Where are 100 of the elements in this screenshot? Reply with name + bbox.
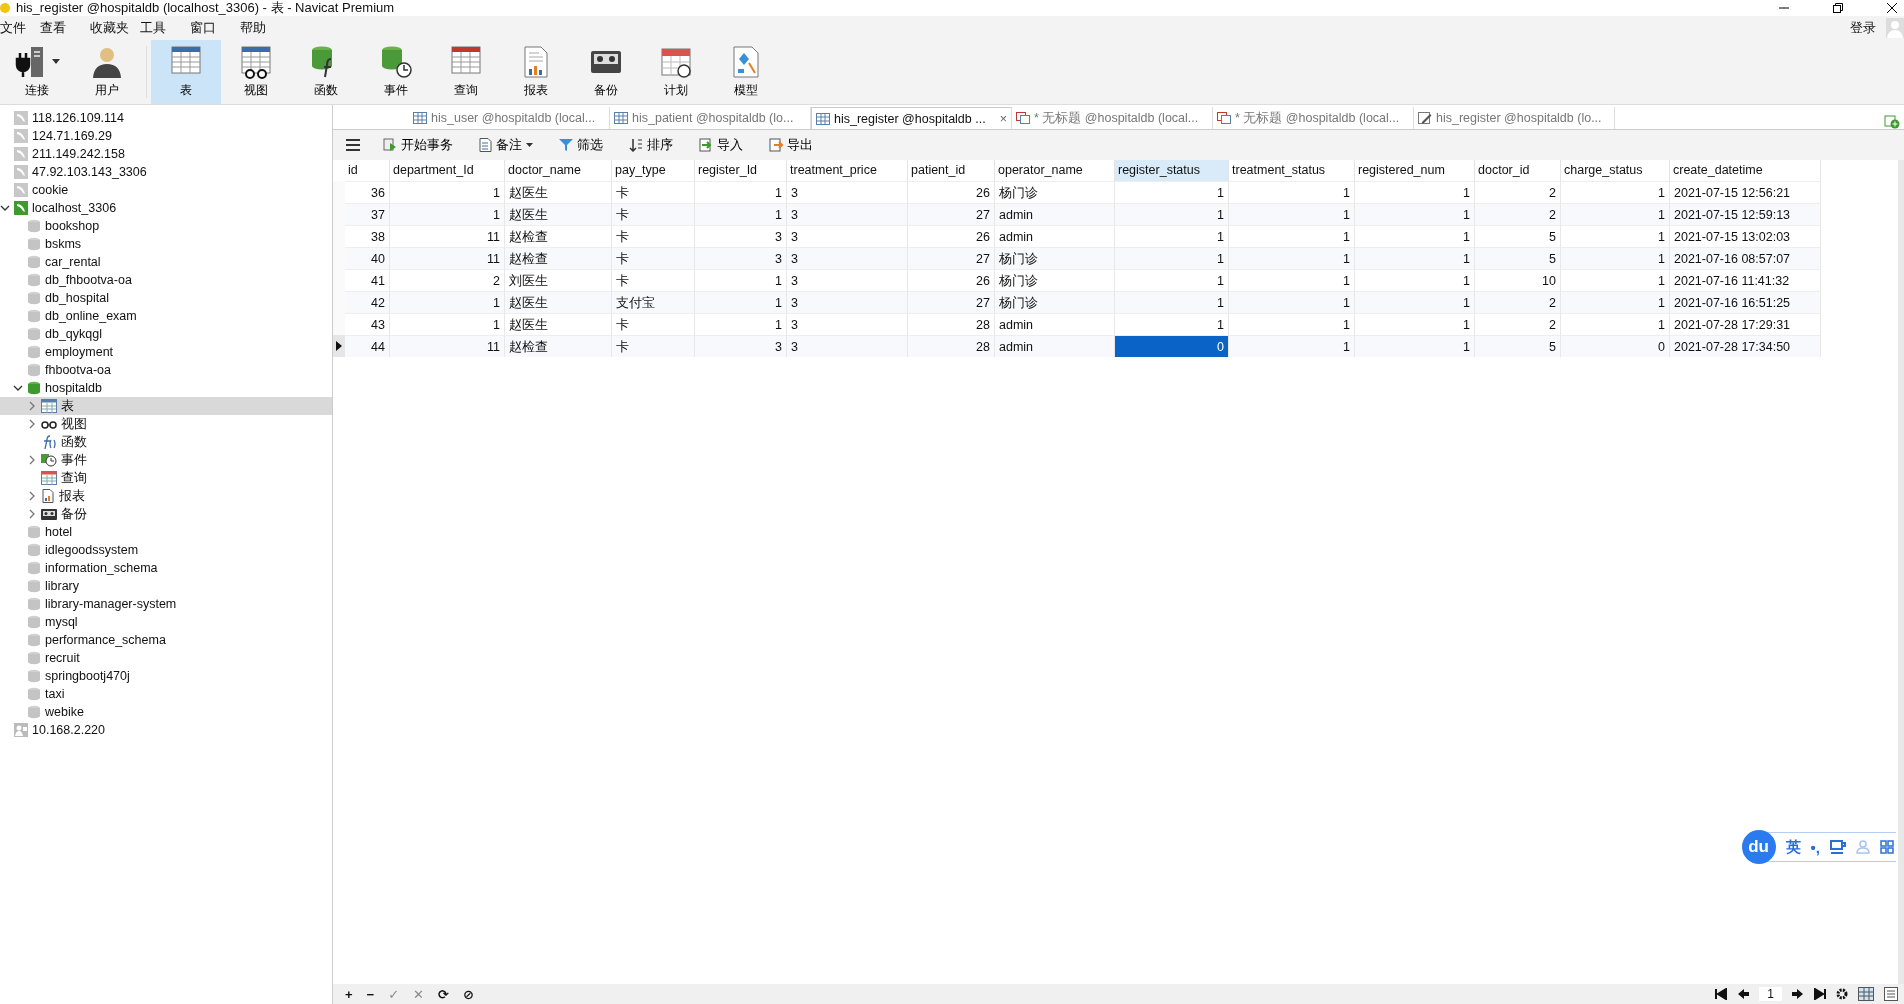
punctuation-toggle[interactable]: •,	[1810, 838, 1820, 856]
tab[interactable]: * 无标题 @hospitaldb (local...	[1012, 107, 1213, 129]
tree-item[interactable]: library-manager-system	[0, 595, 332, 613]
tree-item[interactable]: springbootj470j	[0, 667, 332, 685]
restore-icon[interactable]	[1832, 2, 1844, 14]
toolbar-button[interactable]: 导入	[695, 136, 747, 154]
tree-item[interactable]: 10.168.2.220	[0, 721, 332, 739]
tree-item[interactable]: recruit	[0, 649, 332, 667]
database-icon	[27, 525, 41, 539]
input-method-logo[interactable]: du	[1741, 830, 1776, 864]
tree-item[interactable]: 查询	[0, 469, 332, 487]
tree-item[interactable]: 函数	[0, 433, 332, 451]
tree-item[interactable]: hospitaldb	[0, 379, 332, 397]
tab[interactable]: * 无标题 @hospitaldb (local...	[1213, 107, 1414, 129]
grid-action-button[interactable]: ⟳	[436, 986, 451, 1002]
tree-item[interactable]: db_qykqgl	[0, 325, 332, 343]
tree-item[interactable]: information_schema	[0, 559, 332, 577]
chevron-down-icon[interactable]	[13, 383, 23, 393]
tree-item[interactable]: 47.92.103.143_3306	[0, 163, 332, 181]
menu-item[interactable]: 帮助	[240, 19, 290, 37]
tree-item[interactable]: localhost_3306	[0, 199, 332, 217]
caret-icon[interactable]	[52, 59, 60, 65]
previous-page-icon[interactable]	[1737, 988, 1750, 1000]
last-page-icon[interactable]	[1814, 988, 1826, 1000]
tree-item[interactable]: 备份	[0, 505, 332, 523]
tree-item[interactable]: employment	[0, 343, 332, 361]
grid-action-button[interactable]: ⊘	[460, 986, 476, 1002]
grid-action-button[interactable]: −	[364, 986, 377, 1002]
menu-icon[interactable]	[345, 138, 361, 152]
tree-item[interactable]: idlegoodssystem	[0, 541, 332, 559]
toolbar-button[interactable]: 表	[151, 40, 221, 104]
toolbar-button[interactable]: 函数	[291, 40, 361, 104]
toolbar-button[interactable]: 模型	[711, 40, 781, 104]
chevron-down-icon[interactable]	[0, 203, 10, 213]
menu-item[interactable]: 查看	[40, 19, 90, 37]
tab[interactable]: his_register @hospitaldb (lo...	[1414, 107, 1615, 129]
tree-item[interactable]: 视图	[0, 415, 332, 433]
toolbar-button[interactable]: 连接	[2, 40, 72, 104]
tab[interactable]: his_patient @hospitaldb (lo...	[610, 107, 811, 129]
tree-item[interactable]: bookshop	[0, 217, 332, 235]
table-cell: 1	[390, 291, 505, 313]
database-icon	[27, 579, 41, 593]
tree-item[interactable]: 报表	[0, 487, 332, 505]
close-icon[interactable]	[1886, 2, 1898, 14]
tree-item[interactable]: 事件	[0, 451, 332, 469]
column-header[interactable]: register_status	[1115, 160, 1229, 181]
toolbar-button[interactable]: 报表	[501, 40, 571, 104]
toolbar-button[interactable]: 事件	[361, 40, 431, 104]
login-link[interactable]: 登录	[1850, 19, 1876, 37]
caret-icon[interactable]	[526, 142, 533, 148]
table-cell: 2	[1475, 313, 1561, 335]
form-view-icon[interactable]	[1884, 987, 1898, 1001]
toolbar-button[interactable]: 开始事务	[379, 136, 457, 154]
tree-item[interactable]: cookie	[0, 181, 332, 199]
grid-action-button[interactable]: +	[343, 986, 355, 1002]
next-page-icon[interactable]	[1792, 988, 1804, 1000]
tab-close-button[interactable]: ×	[999, 111, 1007, 126]
tree-item[interactable]: car_rental	[0, 253, 332, 271]
chevron-right-icon[interactable]	[27, 455, 37, 465]
tree-item[interactable]: webike	[0, 703, 332, 721]
grid-icon[interactable]	[1880, 840, 1894, 854]
tree-item[interactable]: 211.149.242.158	[0, 145, 332, 163]
tree-item[interactable]: 124.71.169.29	[0, 127, 332, 145]
connection-icon	[14, 201, 28, 215]
tab[interactable]: his_user @hospitaldb (local...	[409, 107, 610, 129]
grid-view-icon[interactable]	[1858, 987, 1874, 1001]
tree-item[interactable]: fhbootva-oa	[0, 361, 332, 379]
tree-item[interactable]: db_hospital	[0, 289, 332, 307]
row-indicator[interactable]	[333, 335, 345, 357]
table-cell: 1	[1561, 247, 1670, 269]
tab[interactable]: his_register @hospitaldb ... ×	[811, 107, 1012, 129]
toolbar-button[interactable]: 视图	[221, 40, 291, 104]
menu-item[interactable]: 窗口	[190, 19, 240, 37]
toolbar-button[interactable]: 用户	[72, 40, 142, 104]
toolbar-button[interactable]: 备份	[571, 40, 641, 104]
cup-icon[interactable]	[1830, 840, 1846, 854]
toolbar-button[interactable]: 排序	[625, 136, 677, 154]
settings-icon[interactable]	[1836, 988, 1848, 1000]
toolbar-button[interactable]: 备注	[475, 136, 537, 154]
tree-item[interactable]: taxi	[0, 685, 332, 703]
toolbar-button[interactable]: 计划	[641, 40, 711, 104]
tree-item[interactable]: db_online_exam	[0, 307, 332, 325]
tree-item[interactable]: performance_schema	[0, 631, 332, 649]
tree-item[interactable]: hotel	[0, 523, 332, 541]
page-field[interactable]: 1	[1759, 987, 1782, 1001]
toolbar-button[interactable]: 筛选	[555, 136, 607, 154]
toolbar-button[interactable]: 查询	[431, 40, 501, 104]
tree-item[interactable]: library	[0, 577, 332, 595]
first-page-icon[interactable]	[1715, 988, 1728, 1000]
tree-item[interactable]: db_fhbootva-oa	[0, 271, 332, 289]
menu-item[interactable]: 文件	[0, 19, 40, 37]
tree-item[interactable]: 表	[0, 397, 332, 415]
tree-item[interactable]: 118.126.109.114	[0, 109, 332, 127]
menu-item[interactable]: 工具	[140, 19, 190, 37]
toolbar-button[interactable]: 导出	[765, 136, 817, 154]
menu-item[interactable]: 收藏夹	[90, 19, 140, 37]
tree-item[interactable]: bskms	[0, 235, 332, 253]
tree-item[interactable]: mysql	[0, 613, 332, 631]
add-tab-icon[interactable]	[1884, 113, 1900, 129]
language-mode-toggle[interactable]: 英	[1785, 837, 1801, 857]
